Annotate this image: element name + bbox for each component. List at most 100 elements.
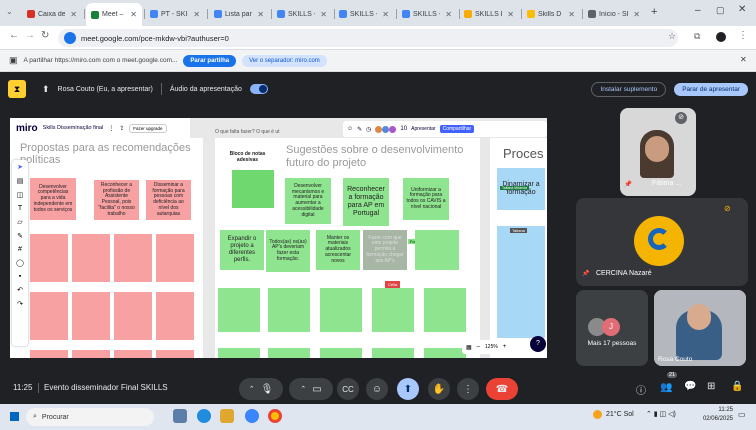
- edge-icon[interactable]: [197, 409, 211, 423]
- taskbar-search-box[interactable]: ⌕ Procurar: [26, 408, 154, 426]
- sticky-note-blank[interactable]: [320, 348, 362, 358]
- clock-date[interactable]: 02/06/2025: [693, 416, 733, 422]
- shapes-tool-icon[interactable]: ▱: [12, 218, 28, 226]
- system-tray-icons[interactable]: ⌃ ▮ ◫ ◁): [646, 410, 676, 418]
- sticky-note-blank[interactable]: [424, 288, 466, 332]
- sticky-note-blank[interactable]: [72, 292, 110, 340]
- miro-board[interactable]: miro Skills Disseminação final ⋮ ⇪ Fazer…: [10, 118, 547, 358]
- sticky-note-blank[interactable]: [320, 288, 362, 332]
- browser-tab[interactable]: Meet – ✕: [86, 3, 142, 26]
- chrome-icon[interactable]: [268, 409, 282, 423]
- tab-list-icon[interactable]: ⌄: [6, 7, 13, 16]
- camera-control[interactable]: ⌃ ▭: [289, 378, 333, 400]
- people-icon[interactable]: 👥: [660, 382, 672, 393]
- export-icon[interactable]: ⇪: [119, 125, 124, 132]
- comment-icon[interactable]: ✎: [357, 126, 362, 133]
- upload-tool-icon[interactable]: ▪: [12, 273, 28, 280]
- sticky-note[interactable]: Uniformizar a formação para todos os CAV…: [403, 178, 449, 220]
- sticky-note[interactable]: Expandir o projeto a diferentes perfis.: [220, 230, 264, 270]
- timer-icon[interactable]: ◷: [366, 126, 371, 133]
- clock-time[interactable]: 11:25: [697, 407, 733, 413]
- sticky-note-blank[interactable]: [156, 350, 194, 358]
- site-info-icon[interactable]: [64, 32, 76, 44]
- reactions-icon[interactable]: ☺: [347, 126, 353, 132]
- tab-close-icon[interactable]: ✕: [633, 10, 640, 19]
- reload-icon[interactable]: ↻: [41, 30, 49, 41]
- sticky-note-blank[interactable]: [114, 234, 152, 282]
- frame-tool-icon[interactable]: #: [12, 246, 28, 253]
- host-controls-icon[interactable]: 🔒: [731, 381, 743, 392]
- share-button[interactable]: Compartilhar: [439, 125, 475, 133]
- mic-control[interactable]: ⌃ 🎙: [239, 378, 283, 400]
- browser-tab[interactable]: SKILLS - D ✕: [397, 4, 457, 24]
- browser-tab[interactable]: PT - SKILL ✕: [145, 4, 205, 24]
- tab-close-icon[interactable]: ✕: [445, 10, 452, 19]
- sticky-note-blank[interactable]: [156, 234, 194, 282]
- sticky-note[interactable]: Fazer com que este projeto permita à for…: [363, 230, 407, 270]
- zoom-out-icon[interactable]: –: [477, 344, 480, 350]
- sticky-note-blank[interactable]: [114, 292, 152, 340]
- file-explorer-icon[interactable]: [220, 409, 234, 423]
- raise-hand-button[interactable]: ✋: [428, 378, 450, 400]
- tab-close-icon[interactable]: ✕: [193, 10, 200, 19]
- browser-tab[interactable]: SKILLS - D ✕: [334, 4, 394, 24]
- pen-tool-icon[interactable]: ✎: [12, 232, 28, 240]
- tab-close-icon[interactable]: ✕: [568, 10, 575, 19]
- maximize-icon[interactable]: ▢: [716, 5, 725, 16]
- sticky-note-blank[interactable]: [372, 288, 414, 332]
- emoji-button[interactable]: ☺: [366, 378, 388, 400]
- sticky-note-blank[interactable]: [268, 348, 310, 358]
- upgrade-button[interactable]: Fazer upgrade: [129, 123, 167, 133]
- browser-tab[interactable]: Caixa de e ✕: [22, 4, 82, 24]
- sticky-tool-icon[interactable]: ◫: [12, 191, 28, 199]
- bookmark-star-icon[interactable]: ☆: [668, 31, 676, 42]
- url-field[interactable]: meet.google.com/pce-mkdw-vbi?authuser=0: [58, 29, 678, 47]
- tab-close-icon[interactable]: ✕: [70, 10, 77, 19]
- tab-close-icon[interactable]: ✕: [320, 10, 327, 19]
- captions-button[interactable]: CC: [337, 378, 359, 400]
- extensions-icon[interactable]: ⧉: [694, 31, 700, 42]
- sticky-note[interactable]: Reconhecer a profissão de Assistente Pes…: [94, 180, 139, 220]
- audio-toggle[interactable]: [249, 84, 268, 94]
- browser-tab[interactable]: Skills D ✕: [522, 4, 580, 24]
- collaborator-avatars[interactable]: [375, 125, 397, 133]
- stop-sharing-button[interactable]: Parar partilha: [183, 54, 237, 67]
- microphone-icon[interactable]: 🎙: [261, 384, 274, 395]
- select-tool-icon[interactable]: ➤: [12, 163, 28, 171]
- store-icon[interactable]: [245, 409, 259, 423]
- sticky-note-blank[interactable]: [497, 226, 545, 338]
- sticky-note[interactable]: Desenvolver competências para a vida ind…: [30, 178, 76, 220]
- back-icon[interactable]: ←: [9, 30, 19, 41]
- install-addon-button[interactable]: Instalar suplemento: [591, 81, 667, 97]
- participant-tile-fatima[interactable]: ⊘ 📌 Fátima ...: [620, 108, 696, 196]
- participant-tile-rosa[interactable]: Rosa Couto: [654, 290, 746, 366]
- tab-close-icon[interactable]: ✕: [507, 10, 514, 19]
- browser-menu-icon[interactable]: ⋮: [738, 30, 748, 41]
- participant-tile-cercina[interactable]: ⊘ 📌 CERCINA Nazaré: [576, 198, 748, 286]
- chevron-up-icon[interactable]: ⌃: [249, 385, 255, 393]
- windows-start-icon[interactable]: [10, 412, 19, 421]
- sticky-note[interactable]: Desenvolver mecanismos e material para a…: [285, 178, 331, 224]
- minimize-icon[interactable]: –: [695, 5, 701, 16]
- participant-tile-others[interactable]: J Mais 17 pessoas: [576, 290, 648, 366]
- sticky-note-blank[interactable]: [424, 348, 466, 358]
- tab-close-icon[interactable]: ✕: [130, 10, 137, 19]
- sticky-note-blank[interactable]: [30, 234, 68, 282]
- stop-presenting-button[interactable]: Parar de apresentar: [674, 82, 748, 96]
- sticky-note-blank[interactable]: [268, 288, 310, 332]
- new-tab-icon[interactable]: +: [651, 6, 657, 18]
- sticky-note[interactable]: Disseminar a formação para pessoas com d…: [146, 180, 191, 220]
- browser-tab[interactable]: SKILLS Eve ✕: [459, 4, 519, 24]
- help-icon[interactable]: ?: [530, 336, 546, 352]
- dismiss-icon[interactable]: ✕: [740, 55, 747, 64]
- sticky-note[interactable]: Reconhecer a formação para AP em Portuga…: [343, 178, 389, 226]
- board-menu-icon[interactable]: ⋮: [108, 125, 114, 132]
- sticky-note-blank[interactable]: [415, 230, 459, 270]
- more-options-button[interactable]: ⋮: [457, 378, 479, 400]
- switch-tab-button[interactable]: Ver o separador: miro.com: [242, 54, 327, 67]
- redo-icon[interactable]: ↷: [12, 300, 28, 308]
- map-icon[interactable]: ▦: [466, 344, 472, 351]
- browser-tab[interactable]: SKILLS - D ✕: [272, 4, 332, 24]
- sticky-note-blank[interactable]: [218, 288, 260, 332]
- sticky-note-blank[interactable]: [72, 234, 110, 282]
